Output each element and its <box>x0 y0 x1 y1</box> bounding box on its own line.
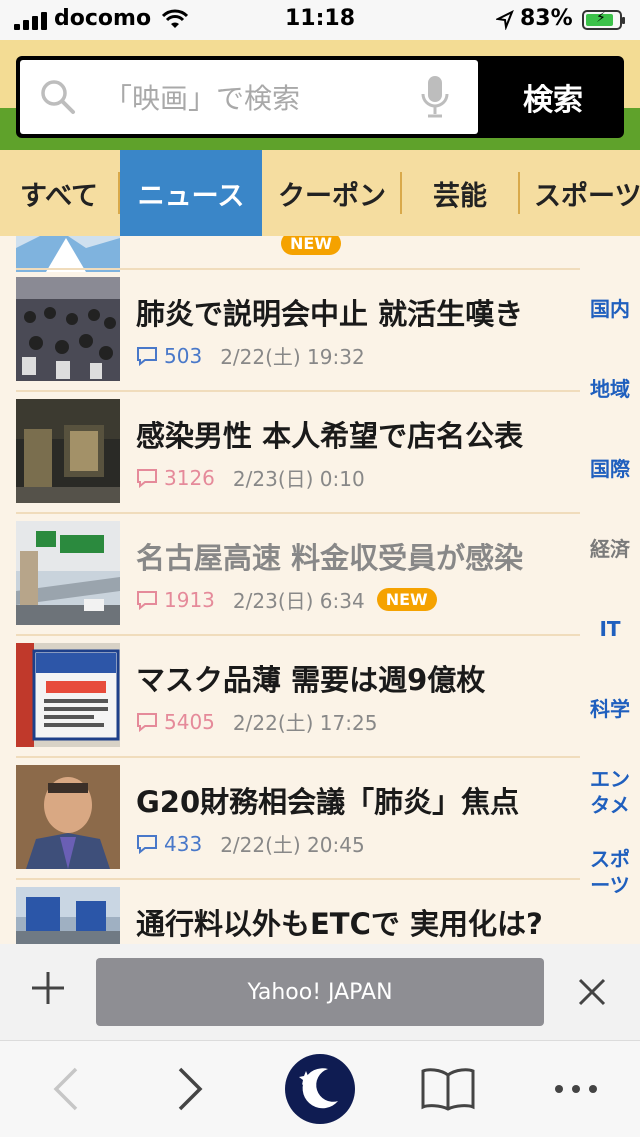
battery-percent: 83% <box>520 6 573 31</box>
list-item[interactable]: 感染男性 本人希望で店名公表 3126 2/23(日) 0:10 <box>0 399 580 519</box>
news-thumbnail <box>16 277 120 381</box>
news-date: 2/23(日) 0:10 <box>232 467 365 491</box>
category-entertainment[interactable]: エン タメ <box>580 766 640 818</box>
search-button[interactable]: 検索 <box>482 56 624 138</box>
tab-all[interactable]: すべて <box>0 150 118 236</box>
news-title: 感染男性 本人希望で店名公表 <box>136 419 524 453</box>
comment-icon <box>137 346 157 366</box>
category-it[interactable]: IT <box>580 616 640 642</box>
news-title: 通行料以外もETCで 実用化は? <box>136 907 543 941</box>
microphone-icon[interactable] <box>420 74 450 122</box>
search-input[interactable] <box>102 72 406 124</box>
news-date: 2/22(土) 19:32 <box>220 345 365 369</box>
category-domestic[interactable]: 国内 <box>580 296 640 322</box>
list-item[interactable]: 通行料以外もETCで 実用化は? <box>0 887 580 944</box>
news-date: 2/23(日) 6:34 <box>232 589 365 613</box>
news-list: NEW 肺炎で説明会中止 就活生嘆き 503 2/22(土) 19:32 感染男… <box>0 236 640 944</box>
category-rail: 国内 地域 国際 経済 IT 科学 エン タメ スポ ーツ <box>580 236 640 944</box>
comment-count: 3126 <box>164 465 215 490</box>
back-button[interactable] <box>30 1041 100 1137</box>
browser-tab-bar: Yahoo! JAPAN <box>0 944 640 1040</box>
category-sports[interactable]: スポ ーツ <box>580 846 640 898</box>
news-date: 2/22(土) 20:45 <box>220 833 365 857</box>
news-date: 2/22(土) 17:25 <box>232 711 378 735</box>
new-badge: NEW <box>281 236 341 255</box>
news-thumbnail <box>16 887 120 944</box>
list-item[interactable]: G20財務相会議「肺炎」焦点 433 2/22(土) 20:45 <box>0 765 580 885</box>
search-bar: 検索 <box>16 56 624 138</box>
news-title: マスク品薄 需要は週9億枚 <box>136 663 486 697</box>
news-thumbnail <box>16 521 120 625</box>
comment-count: 1913 <box>164 587 215 612</box>
news-title: G20財務相会議「肺炎」焦点 <box>136 785 520 819</box>
list-item[interactable]: マスク品薄 需要は週9億枚 5405 2/22(土) 17:25 <box>0 643 580 763</box>
category-world[interactable]: 国際 <box>580 456 640 482</box>
bookmarks-button[interactable] <box>412 1041 484 1137</box>
list-item[interactable]: 肺炎で説明会中止 就活生嘆き 503 2/22(土) 19:32 <box>0 277 580 397</box>
new-badge: NEW <box>376 588 437 611</box>
moon-icon <box>285 1054 355 1124</box>
close-icon[interactable] <box>572 972 612 1012</box>
browser-tab[interactable]: Yahoo! JAPAN <box>96 958 544 1026</box>
new-tab-plus-icon[interactable] <box>26 966 70 1010</box>
comment-icon <box>137 590 157 610</box>
category-science[interactable]: 科学 <box>580 696 640 722</box>
more-icon <box>555 1085 597 1093</box>
menu-button[interactable] <box>546 1041 606 1137</box>
comment-count: 503 <box>164 343 203 368</box>
chevron-left-icon <box>53 1067 78 1111</box>
tab-entertainment[interactable]: 芸能 <box>402 150 518 236</box>
news-thumbnail <box>16 236 120 272</box>
tab-coupon[interactable]: クーポン <box>264 150 400 236</box>
comment-icon <box>137 468 157 488</box>
news-thumbnail <box>16 399 120 503</box>
news-title: 名古屋高速 料金収受員が感染 <box>136 541 524 575</box>
news-thumbnail <box>16 643 120 747</box>
list-item[interactable]: 名古屋高速 料金収受員が感染 1913 2/23(日) 6:34 NEW <box>0 521 580 641</box>
status-bar: docomo 11:18 83% ⚡ <box>0 0 640 40</box>
forward-button[interactable] <box>156 1041 226 1137</box>
location-arrow-icon <box>496 10 514 30</box>
tab-news[interactable]: ニュース <box>120 150 262 236</box>
search-icon <box>41 80 75 114</box>
night-mode-button[interactable] <box>280 1041 360 1137</box>
comment-count: 5405 <box>164 709 215 734</box>
battery-icon: ⚡ <box>582 10 625 30</box>
category-local[interactable]: 地域 <box>580 376 640 402</box>
chevron-right-icon <box>178 1067 203 1111</box>
news-thumbnail <box>16 765 120 869</box>
category-tabs: すべて ニュース クーポン 芸能 スポーツ <box>0 150 640 236</box>
comment-count: 433 <box>164 831 203 856</box>
news-title: 肺炎で説明会中止 就活生嘆き <box>136 297 524 331</box>
category-economy[interactable]: 経済 <box>580 536 640 562</box>
browser-toolbar <box>0 1040 640 1137</box>
comment-icon <box>137 834 157 854</box>
tab-sports[interactable]: スポーツ <box>520 150 640 236</box>
book-icon <box>421 1068 475 1111</box>
comment-icon <box>137 712 157 732</box>
